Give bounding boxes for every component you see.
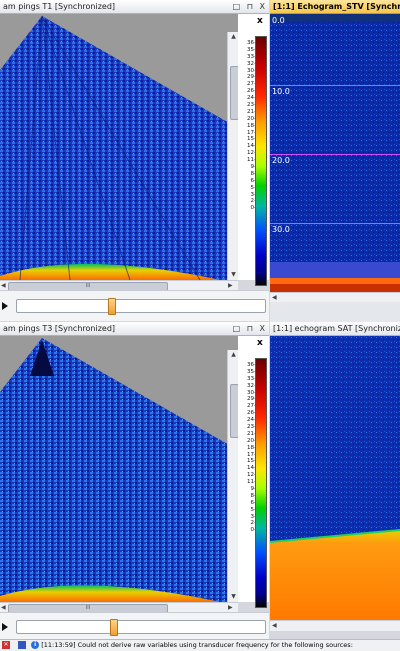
ping-slider-t1-thumb[interactable] [108,298,116,315]
fan-view-t3-title-text: am pings T3 [Synchronized] [3,324,116,333]
range-label-10: 10.0 [272,87,290,96]
colorbar-t1-ticks: 36- 35- 33- 32- 30- 29- 27- 26- 24- 23- 21- 20- 18- 1… [247,40,256,212]
echogram-stv-title[interactable]: [1:1] Echogram_STV [Synchronized] [270,0,400,14]
colorbar-t1-close-button[interactable]: x [257,16,263,26]
info-icon: i [31,641,40,649]
status-bar: ✕ i [11:13:59] Could not derive raw vari… [0,639,400,651]
play-icon[interactable] [2,302,8,310]
fan-view-t1-window-buttons[interactable]: □ ⊓ X [233,0,267,13]
fan-view-t1-title-text: am pings T1 [Synchronized] [3,2,116,11]
scroll-left-icon[interactable]: ◀ [272,621,277,631]
range-label-0: 0.0 [272,16,285,25]
echogram-stv-image [270,14,400,292]
echogram-sat-title-text: [1:1] echogram SAT [Synchronized] [273,324,400,333]
colorbar-t1: x 36- 35- 33- 32- 30- 29- 27- 26- 24- 23- 21- 20- 18… [238,14,269,286]
echogram-stv[interactable]: 0.0 10.0 20.0 30.0 [270,14,400,292]
ping-slider-t3[interactable] [16,619,266,636]
echogram-sat-hscroll[interactable]: ◀ [270,620,400,631]
fan-view-t1-playbar [0,290,269,321]
status-message: [11:13:59] Could not derive raw variable… [41,641,353,649]
range-label-30: 30.0 [272,225,290,234]
range-line-30 [270,223,400,224]
panel-separator [270,302,400,322]
fan-view-t3-playbar [0,612,269,640]
fan-view-t1[interactable] [0,14,238,280]
fan-view-t1-title[interactable]: am pings T1 [Synchronized] □ ⊓ X [0,0,269,14]
range-line-10 [270,85,400,86]
colorbar-t3-close-button[interactable]: x [257,338,263,348]
echogram-sat-title[interactable]: [1:1] echogram SAT [Synchronized] [270,322,400,336]
ping-slider-t3-thumb[interactable] [110,619,118,636]
fan-view-t3-title[interactable]: am pings T3 [Synchronized] □ ⊓ X [0,322,269,336]
fan-view-t3-image [0,338,238,602]
range-label-20: 20.0 [272,156,290,165]
echogram-stv-title-text: [1:1] Echogram_STV [Synchronized] [273,2,400,11]
fan-view-t1-image [0,15,238,280]
status-close-icon[interactable]: ✕ [2,641,10,649]
echogram-sat[interactable] [270,336,400,620]
fan-view-t3-window-buttons[interactable]: □ ⊓ X [233,322,267,335]
status-stop-icon[interactable] [18,641,27,649]
colorbar-t3-ticks: 36- 35- 33- 32- 30- 29- 27- 26- 24- 23- 21- 20- 18- 1… [247,362,256,534]
ping-slider-t1[interactable] [16,298,266,315]
play-icon[interactable] [2,623,8,631]
colorbar-t1-gradient [255,36,267,286]
range-line-20 [270,154,400,155]
echogram-sat-image [270,336,400,620]
colorbar-t3: x 36- 35- 33- 32- 30- 29- 27- 26- 24- 23- 21- 20- 18… [238,336,269,608]
colorbar-t3-gradient [255,358,267,608]
fan-view-t3[interactable] [0,336,238,602]
